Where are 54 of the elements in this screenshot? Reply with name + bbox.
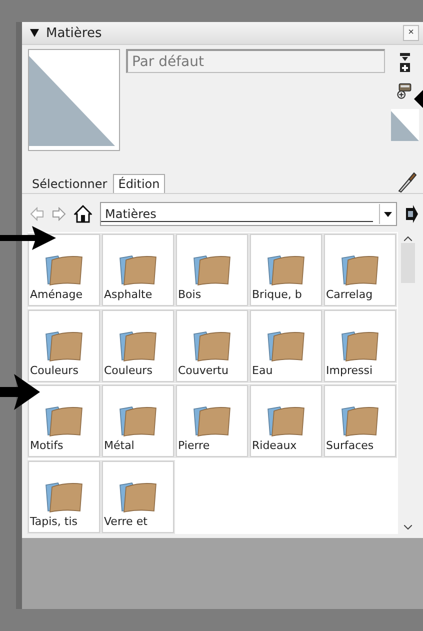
panel-title: Matières [46,26,103,40]
tab[interactable]: Édition [113,174,165,193]
folder-label: Verre et [104,514,148,528]
expand-triangle-icon[interactable] [30,29,39,37]
material-folder[interactable]: Pierre [176,385,248,457]
annotation-arrow [414,88,423,110]
material-folder[interactable]: Impressi [324,310,396,382]
folder-label: Impressi [326,364,373,376]
folder-label: Aménage [30,288,82,301]
swatch-icon [391,109,419,141]
collection-dropdown[interactable]: Matières [100,202,397,226]
home-icon[interactable] [74,205,92,223]
folder-label: Couleurs [104,364,152,376]
material-folder[interactable]: Bois [176,234,248,306]
material-folder[interactable]: Rideaux [250,385,322,457]
folder-label: Asphalte [104,288,152,301]
material-name-field[interactable]: Par défaut [126,49,385,73]
material-folder[interactable]: Couleurs [28,310,100,382]
material-folder[interactable]: Motifs [28,385,100,457]
annotation-arrow [0,226,56,250]
folder-label: Métal [104,439,134,452]
material-folder[interactable]: Couvertu [176,310,248,382]
folder-label: Surfaces [326,439,374,452]
material-folder[interactable]: Verre et [102,460,174,532]
create-material-icon[interactable] [397,81,413,101]
material-folder[interactable]: Tapis, tis [28,460,100,532]
folder-label: Pierre [178,439,210,452]
folder-label: Brique, b [252,288,302,301]
material-folder[interactable]: Carrelag [324,234,396,306]
material-folder[interactable]: Asphalte [102,234,174,306]
eyedropper-icon[interactable] [397,171,417,193]
download-icon[interactable] [399,53,411,73]
material-folder[interactable]: Métal [102,385,174,457]
material-folder[interactable]: Surfaces [324,385,396,457]
panel-header[interactable]: Matières × [22,22,423,45]
scroll-down-icon[interactable] [404,525,412,530]
folder-label: Tapis, tis [30,514,78,528]
folder-label: Carrelag [326,288,373,301]
details-arrow-icon[interactable] [405,205,419,223]
material-folder[interactable]: Aménage [28,234,100,306]
annotation-arrow [0,374,40,410]
material-folder[interactable]: Couleurs [102,310,174,382]
dropdown-caret-icon[interactable] [384,212,392,216]
close-button[interactable]: × [403,25,419,41]
material-folder[interactable]: Eau [250,310,322,382]
folder-label: Bois [178,288,202,301]
scroll-up-icon[interactable] [404,236,412,241]
folder-label: Motifs [30,439,64,452]
forward-arrow-icon[interactable] [52,207,66,221]
folder-label: Rideaux [252,439,297,452]
folder-label: Couvertu [178,364,228,376]
folder-label: Couleurs [30,364,78,376]
folder-label: Eau [252,364,273,376]
material-folder[interactable]: Brique, b [250,234,322,306]
